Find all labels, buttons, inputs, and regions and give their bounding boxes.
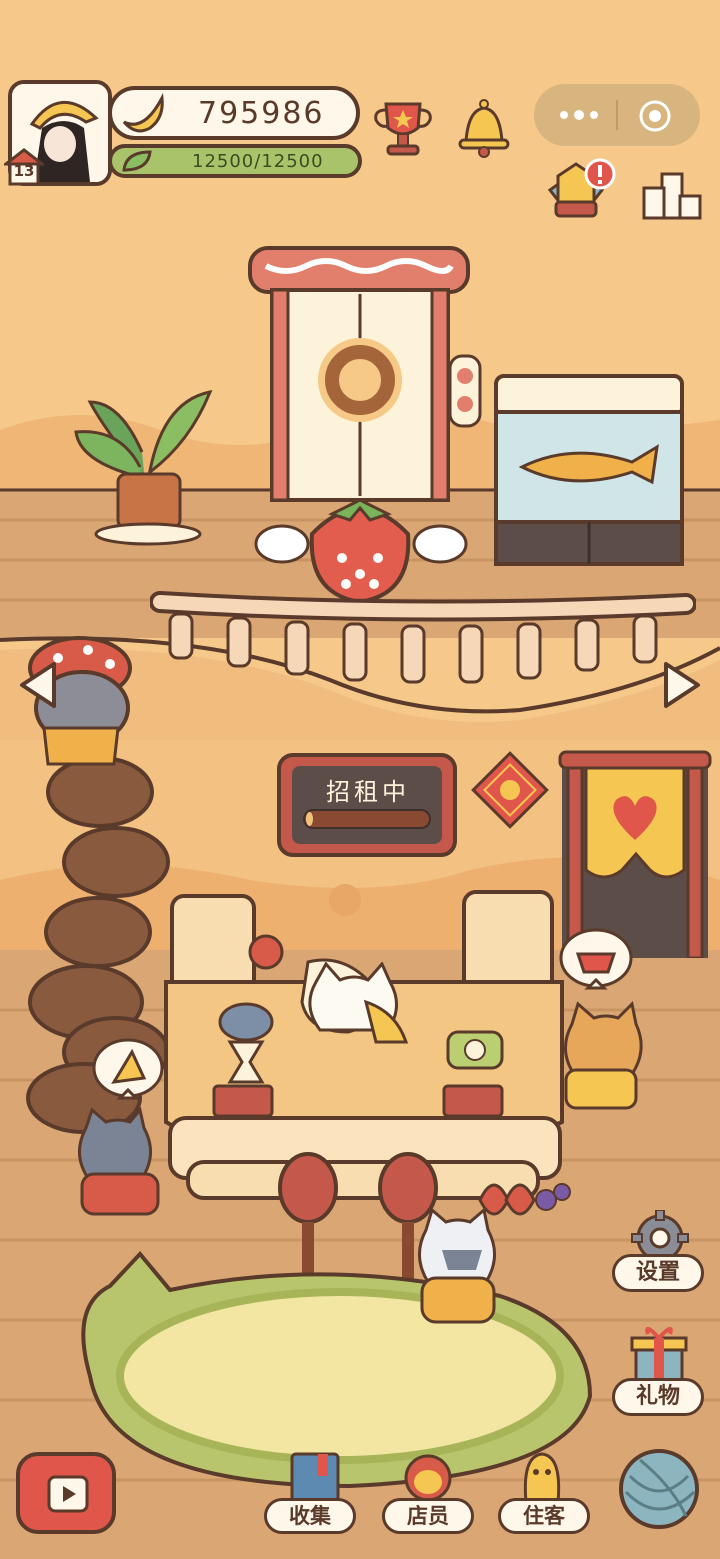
fish-tank [494, 374, 684, 566]
level-number: 13 [13, 162, 35, 180]
gift-icon[interactable] [630, 1324, 688, 1386]
leaderboard-icon[interactable] [640, 170, 704, 220]
guests-button[interactable]: 住客 [498, 1498, 590, 1534]
banana-count: 795986 [198, 96, 325, 131]
party-cat[interactable] [58, 1104, 168, 1220]
potted-plant [74, 389, 213, 546]
next-floor-arrow-icon[interactable] [662, 660, 704, 710]
staff-button[interactable]: 店员 [382, 1498, 474, 1534]
collect-button[interactable]: 收集 [264, 1498, 356, 1534]
rent-sign-text: 招租中 [326, 778, 410, 806]
basket-bubble[interactable] [558, 928, 634, 998]
more-icon[interactable] [554, 102, 604, 128]
railing [150, 591, 696, 684]
guests-icon[interactable] [512, 1446, 574, 1506]
level-badge: 13 [1, 148, 47, 186]
energy-value: 12500/12500 [192, 151, 324, 172]
fruit-decoration [478, 1183, 571, 1216]
leaf-icon [122, 150, 152, 172]
video-button[interactable] [16, 1452, 116, 1534]
miniprogram-menu [534, 84, 700, 146]
menu-separator [616, 100, 618, 130]
curtain-doorway[interactable] [556, 744, 714, 958]
badge-icon[interactable] [544, 156, 620, 226]
prev-floor-arrow-icon[interactable] [16, 660, 58, 710]
banana-icon [122, 92, 164, 133]
yarn-ball-icon[interactable] [616, 1446, 702, 1532]
settings-button[interactable]: 设置 [612, 1254, 704, 1292]
video-camera-icon [47, 1475, 89, 1513]
gift-button[interactable]: 礼物 [612, 1378, 704, 1416]
banana-counter[interactable]: 795986 [108, 86, 360, 140]
trophy-icon[interactable] [372, 98, 434, 158]
fortune-decoration [471, 751, 549, 829]
energy-bar: 12500/12500 [108, 144, 362, 178]
target-icon[interactable] [638, 99, 672, 133]
elevator-door[interactable] [246, 246, 472, 506]
staff-cat-icon[interactable] [400, 1448, 456, 1504]
game-scene: 招租中 [0, 0, 720, 1559]
party-hat-bubble[interactable] [92, 1038, 164, 1104]
elevator-buttons[interactable] [448, 354, 482, 428]
receptionist-cat[interactable] [296, 962, 412, 1054]
guest-cat-right[interactable] [556, 1000, 648, 1114]
bell-icon[interactable] [456, 96, 512, 160]
